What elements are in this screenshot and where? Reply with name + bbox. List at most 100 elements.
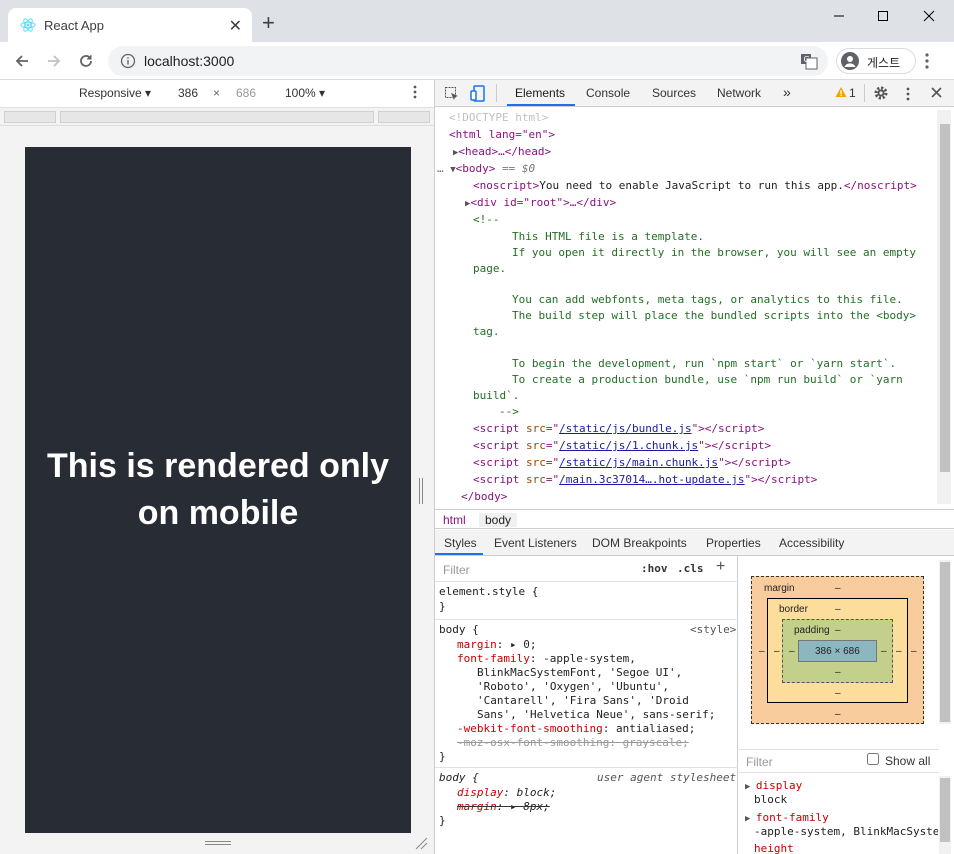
minimize-button[interactable] bbox=[824, 6, 854, 26]
styles-filter-input[interactable]: Filter bbox=[443, 563, 470, 577]
new-rule-button[interactable]: + bbox=[716, 558, 725, 576]
element-style-rule[interactable]: element.style { } bbox=[435, 582, 738, 620]
more-tabs-button[interactable]: » bbox=[783, 84, 791, 100]
hov-button[interactable]: :hov bbox=[641, 562, 668, 575]
ua-style-rule[interactable]: body { user agent stylesheet display: bl… bbox=[435, 768, 738, 832]
tab-elements[interactable]: Elements bbox=[515, 86, 565, 100]
dom-script-node[interactable]: <script src="/static/js/bundle.js"></scr… bbox=[473, 421, 764, 437]
browser-tab[interactable]: React App ✕ bbox=[8, 8, 252, 42]
border-top-value[interactable]: – bbox=[835, 604, 841, 615]
dom-root-div[interactable]: ▶<div id="root">…</div> bbox=[465, 195, 616, 212]
border-right-value[interactable]: – bbox=[896, 646, 902, 657]
dom-head-node[interactable]: ▶<head>…</head> bbox=[453, 144, 551, 161]
address-bar[interactable]: localhost:3000 G bbox=[108, 46, 828, 76]
tab-dom-breakpoints[interactable]: DOM Breakpoints bbox=[592, 536, 687, 550]
inspect-element-icon[interactable] bbox=[444, 86, 460, 102]
padding-top-value[interactable]: – bbox=[835, 625, 841, 636]
resize-corner-icon[interactable] bbox=[414, 836, 428, 850]
computed-property[interactable]: ▶ display bbox=[745, 779, 802, 792]
dom-noscript-node[interactable]: <noscript>You need to enable JavaScript … bbox=[473, 178, 917, 194]
warning-icon[interactable] bbox=[835, 86, 847, 98]
body-style-rule[interactable]: body { <style> margin: ▸ 0; font-family:… bbox=[435, 620, 738, 768]
new-tab-button[interactable]: + bbox=[262, 12, 275, 34]
content-size[interactable]: 386 × 686 bbox=[815, 646, 860, 657]
cls-button[interactable]: .cls bbox=[677, 562, 704, 575]
dom-body-close[interactable]: </body> bbox=[461, 489, 507, 505]
back-button[interactable] bbox=[10, 50, 34, 72]
padding-right-value[interactable]: – bbox=[881, 646, 887, 657]
zoom-dropdown[interactable]: 100% ▾ bbox=[285, 86, 325, 100]
warning-count[interactable]: 1 bbox=[849, 86, 856, 100]
media-query-segment[interactable] bbox=[378, 111, 430, 123]
dom-scrollbar-thumb[interactable] bbox=[940, 124, 950, 472]
settings-gear-icon[interactable] bbox=[873, 85, 889, 101]
padding-bottom-value[interactable]: – bbox=[835, 667, 841, 678]
close-devtools-icon[interactable] bbox=[931, 87, 942, 98]
dom-script-node[interactable]: <script src="/static/js/main.chunk.js"><… bbox=[473, 455, 791, 471]
border-bottom-value[interactable]: – bbox=[835, 688, 841, 699]
forward-button[interactable] bbox=[42, 50, 66, 72]
resize-handle-bottom[interactable] bbox=[205, 840, 231, 846]
menu-icon[interactable] bbox=[924, 52, 930, 70]
computed-list-scrollbar-thumb[interactable] bbox=[940, 778, 950, 842]
computed-filter-input[interactable]: Filter bbox=[746, 755, 773, 769]
device-more-icon[interactable] bbox=[413, 84, 417, 100]
styles-pane: Filter :hov .cls + element.style { } bod… bbox=[435, 556, 738, 854]
tab-title: React App bbox=[44, 18, 104, 33]
dom-script-node[interactable]: <script src="/main.3c37014….hot-update.j… bbox=[473, 472, 817, 488]
maximize-button[interactable] bbox=[868, 6, 898, 26]
tab-close-icon[interactable]: ✕ bbox=[229, 16, 242, 36]
tab-accessibility[interactable]: Accessibility bbox=[779, 536, 844, 550]
rule-source-link[interactable]: <style> bbox=[690, 623, 736, 637]
breadcrumb-body[interactable]: body bbox=[479, 513, 518, 527]
margin-top-value[interactable]: – bbox=[835, 583, 841, 594]
height-input[interactable]: 686 bbox=[236, 86, 256, 100]
css-declaration[interactable]: margin: ▸ 0; bbox=[457, 638, 537, 652]
css-overridden-declaration[interactable]: -moz-osx-font-smoothing: grayscale; bbox=[457, 736, 689, 750]
script-src-link[interactable]: /static/js/1.chunk.js bbox=[559, 439, 698, 452]
tab-properties[interactable]: Properties bbox=[706, 536, 761, 550]
resize-handle-right[interactable] bbox=[418, 478, 424, 504]
script-src-link[interactable]: /main.3c37014….hot-update.js bbox=[559, 473, 744, 486]
computed-property[interactable]: ▶ font-family bbox=[745, 811, 829, 824]
computed-property[interactable]: height bbox=[754, 842, 794, 854]
tab-console[interactable]: Console bbox=[586, 86, 630, 100]
media-query-segment[interactable] bbox=[4, 111, 56, 123]
dom-comment-open[interactable]: <!-- bbox=[473, 212, 500, 228]
padding-left-value[interactable]: – bbox=[789, 646, 795, 657]
tab-event-listeners[interactable]: Event Listeners bbox=[494, 536, 577, 550]
breadcrumb-html[interactable]: html bbox=[443, 513, 466, 527]
tab-styles[interactable]: Styles bbox=[444, 536, 477, 550]
url-text: localhost:3000 bbox=[144, 53, 235, 69]
profile-button[interactable]: 게스트 bbox=[836, 48, 916, 74]
avatar-icon bbox=[841, 52, 859, 70]
responsive-dropdown[interactable]: Responsive ▾ bbox=[79, 86, 151, 100]
script-src-link[interactable]: /static/js/bundle.js bbox=[559, 422, 691, 435]
info-icon[interactable] bbox=[120, 53, 136, 69]
margin-left-value[interactable]: – bbox=[759, 646, 765, 657]
computed-scrollbar-thumb[interactable] bbox=[940, 562, 950, 722]
tab-sources[interactable]: Sources bbox=[652, 86, 696, 100]
border-left-value[interactable]: – bbox=[774, 646, 780, 657]
script-src-link[interactable]: /static/js/main.chunk.js bbox=[559, 456, 718, 469]
dom-script-node[interactable]: <script src="/static/js/1.chunk.js"></sc… bbox=[473, 438, 771, 454]
translate-icon[interactable]: G bbox=[800, 52, 818, 70]
media-query-segment[interactable] bbox=[60, 111, 374, 123]
media-query-bar[interactable] bbox=[0, 108, 434, 126]
dom-doctype[interactable]: <!DOCTYPE html> bbox=[449, 110, 548, 126]
reload-button[interactable] bbox=[74, 50, 98, 72]
width-input[interactable]: 386 bbox=[178, 86, 198, 100]
css-declaration[interactable]: -webkit-font-smoothing: antialiased; bbox=[457, 722, 695, 736]
margin-right-value[interactable]: – bbox=[911, 646, 917, 657]
margin-bottom-value[interactable]: – bbox=[835, 709, 841, 720]
rule-close: } bbox=[439, 814, 446, 827]
dom-html-node[interactable]: <html lang="en"> bbox=[449, 127, 555, 143]
devtools-menu-icon[interactable] bbox=[906, 86, 910, 102]
css-declaration[interactable]: font-family: -apple-system, bbox=[457, 652, 636, 666]
device-toolbar-icon[interactable] bbox=[470, 85, 486, 103]
node-actions-dots[interactable]: … bbox=[437, 162, 444, 175]
tab-network[interactable]: Network bbox=[717, 86, 761, 100]
dom-body-node[interactable]: … ▼<body> == $0 bbox=[437, 161, 535, 178]
close-window-button[interactable] bbox=[914, 6, 944, 26]
show-all-checkbox[interactable] bbox=[867, 753, 879, 765]
